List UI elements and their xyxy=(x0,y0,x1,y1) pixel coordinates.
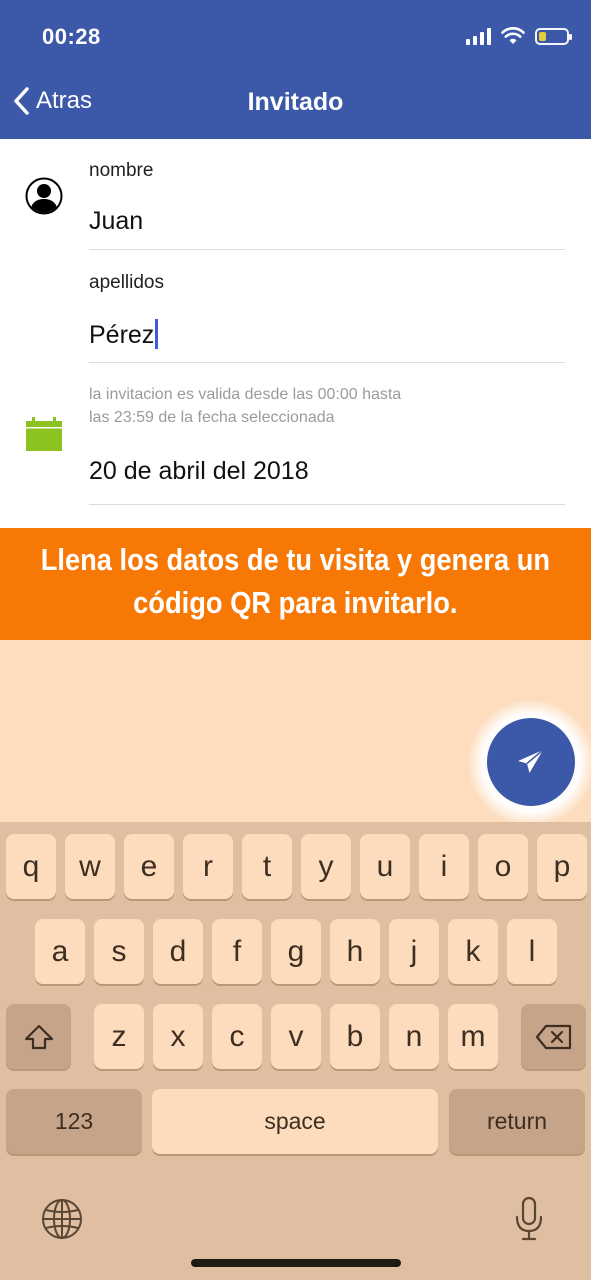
delete-icon xyxy=(535,1024,571,1049)
key-k[interactable]: k xyxy=(448,919,498,984)
shift-key[interactable] xyxy=(6,1004,71,1069)
globe-button[interactable] xyxy=(40,1197,84,1241)
wifi-icon xyxy=(501,27,525,44)
key-x[interactable]: x xyxy=(153,1004,203,1069)
date-picker[interactable]: 20 de abril del 2018 xyxy=(89,457,309,486)
divider xyxy=(89,362,565,363)
microphone-button[interactable] xyxy=(514,1196,544,1242)
key-b[interactable]: b xyxy=(330,1004,380,1069)
home-indicator xyxy=(191,1259,401,1267)
user-icon xyxy=(25,177,63,215)
validity-hint: la invitacion es valida desde las 00:00 … xyxy=(89,383,509,429)
text-cursor xyxy=(155,319,159,349)
globe-icon xyxy=(42,1199,82,1239)
key-w[interactable]: w xyxy=(65,834,115,899)
hint-line-1: la invitacion es valida desde las 00:00 … xyxy=(89,386,402,403)
space-key[interactable]: space xyxy=(152,1089,438,1154)
send-icon xyxy=(518,749,544,773)
app-header: 00:28 Atras Invitado xyxy=(0,0,591,139)
divider xyxy=(89,504,565,505)
apellidos-label: apellidos xyxy=(89,272,164,293)
key-f[interactable]: f xyxy=(212,919,262,984)
banner-line-1: Llena los datos de tu visita y genera un xyxy=(40,542,551,577)
status-time: 00:28 xyxy=(42,24,101,49)
key-o[interactable]: o xyxy=(478,834,528,899)
return-key[interactable]: return xyxy=(449,1089,585,1154)
key-d[interactable]: d xyxy=(153,919,203,984)
key-z[interactable]: z xyxy=(94,1004,144,1069)
apellidos-input[interactable]: Pérez xyxy=(89,319,159,350)
microphone-icon xyxy=(515,1196,543,1241)
key-v[interactable]: v xyxy=(271,1004,321,1069)
key-p[interactable]: p xyxy=(537,834,587,899)
key-i[interactable]: i xyxy=(419,834,469,899)
key-l[interactable]: l xyxy=(507,919,557,984)
key-n[interactable]: n xyxy=(389,1004,439,1069)
hint-line-2: las 23:59 de la fecha seleccionada xyxy=(89,409,335,426)
battery-icon xyxy=(535,27,572,45)
key-h[interactable]: h xyxy=(330,919,380,984)
nombre-input[interactable]: Juan xyxy=(89,207,143,236)
shift-icon xyxy=(24,1024,53,1049)
numbers-key[interactable]: 123 xyxy=(6,1089,142,1154)
key-r[interactable]: r xyxy=(183,834,233,899)
calendar-icon xyxy=(26,417,62,451)
key-u[interactable]: u xyxy=(360,834,410,899)
key-g[interactable]: g xyxy=(271,919,321,984)
banner-line-2: código QR para invitarlo. xyxy=(133,585,458,620)
keyboard: q w e r t y u i o p a s d f g h j k l z x c v b n m 123 space return xyxy=(0,822,591,1280)
key-e[interactable]: e xyxy=(124,834,174,899)
key-q[interactable]: q xyxy=(6,834,56,899)
key-j[interactable]: j xyxy=(389,919,439,984)
nombre-label: nombre xyxy=(89,160,154,181)
key-a[interactable]: a xyxy=(35,919,85,984)
delete-key[interactable] xyxy=(521,1004,586,1069)
key-s[interactable]: s xyxy=(94,919,144,984)
send-button[interactable] xyxy=(487,718,575,806)
key-c[interactable]: c xyxy=(212,1004,262,1069)
key-t[interactable]: t xyxy=(242,834,292,899)
promo-banner: Llena los datos de tu visita y genera un… xyxy=(0,528,591,640)
divider xyxy=(89,249,565,250)
key-y[interactable]: y xyxy=(301,834,351,899)
status-icons xyxy=(466,24,572,48)
signal-icon xyxy=(466,27,491,45)
key-m[interactable]: m xyxy=(448,1004,498,1069)
apellidos-value: Pérez xyxy=(89,321,155,349)
guest-form: nombre Juan apellidos Pérez la invitacio… xyxy=(0,139,591,528)
page-title: Invitado xyxy=(247,88,344,116)
